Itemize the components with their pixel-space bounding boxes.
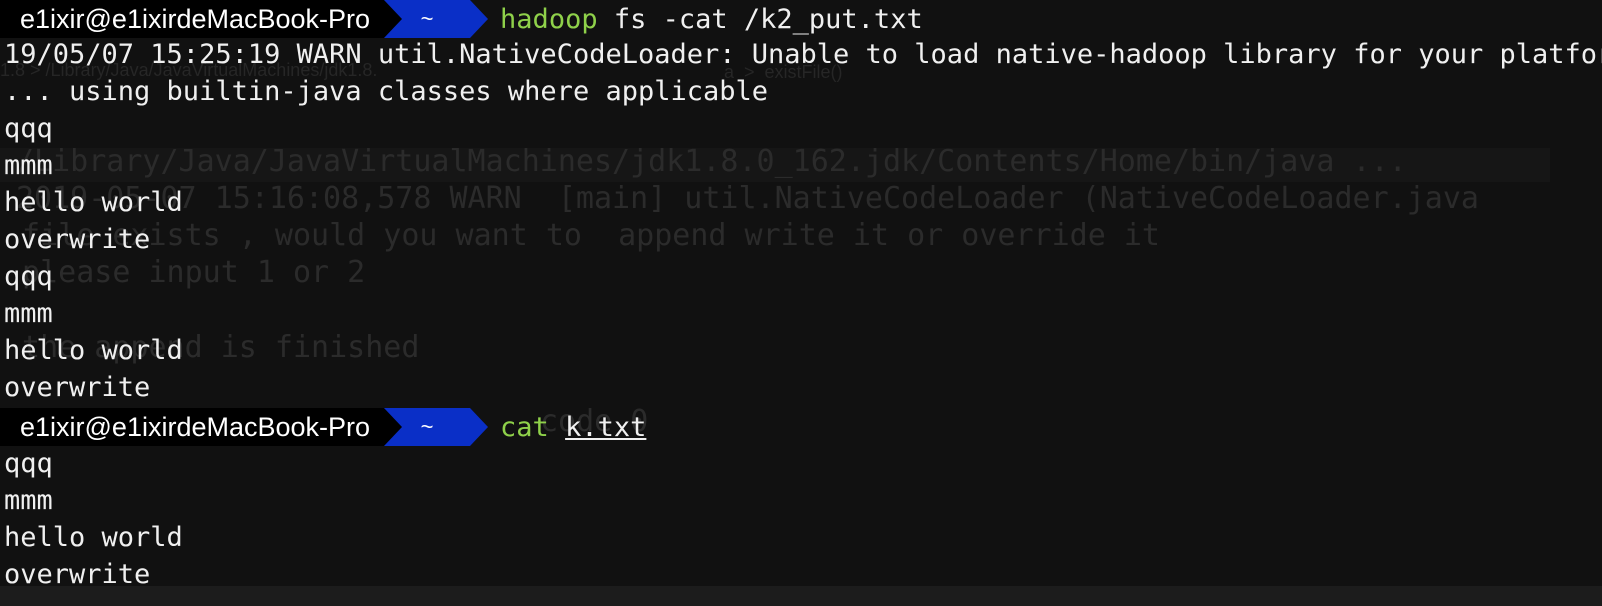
output-line: overwrite (4, 224, 151, 255)
prompt-user-host: e1ixir@e1ixirdeMacBook-Pro (0, 408, 385, 446)
output-line: mmm (4, 485, 53, 516)
ghost-line: file exists , would you want to append w… (4, 218, 1160, 253)
output-line: qqq (4, 113, 53, 144)
output-line: hello world (4, 522, 183, 553)
prompt-directory-label: ~ (420, 6, 434, 31)
output-line: mmm (4, 298, 53, 329)
output-line: 19/05/07 15:25:19 WARN util.NativeCodeLo… (4, 39, 1602, 70)
prompt-directory-label: ~ (420, 414, 434, 439)
command-line[interactable]: cat k.txt (500, 412, 646, 443)
command-line[interactable]: hadoop fs -cat /k2_put.txt (500, 4, 923, 35)
ghost-line: /Library/Java/JavaVirtualMachines/jdk1.8… (16, 144, 1407, 179)
prompt-directory: ~ (384, 0, 489, 38)
terminal-window[interactable]: 1.8 > /Library/Java/JavaVirtualMachines/… (0, 0, 1602, 606)
shell-prompt: e1ixir@e1ixirdeMacBook-Pro ~ cat k.txt (0, 408, 646, 446)
output-line: hello world (4, 187, 183, 218)
command-executable: cat (500, 411, 549, 443)
prompt-user-host: e1ixir@e1ixirdeMacBook-Pro (0, 0, 385, 38)
prompt-directory: ~ (384, 408, 489, 446)
output-line: qqq (4, 448, 53, 479)
output-line: ... using builtin-java classes where app… (4, 76, 769, 107)
output-line: hello world (4, 335, 183, 366)
ghost-line: 2019-05-07 15:16:08,578 WARN [main] util… (16, 181, 1479, 216)
ghost-line: please input 1 or 2 (4, 255, 366, 290)
command-arguments: fs -cat /k2_put.txt (597, 3, 923, 35)
command-executable: hadoop (500, 3, 598, 35)
ghost-highlight-bar (0, 148, 1550, 182)
output-line: mmm (4, 150, 53, 181)
window-bottom-edge (0, 586, 1602, 606)
output-line: overwrite (4, 372, 151, 403)
command-file-argument[interactable]: k.txt (565, 412, 646, 443)
shell-prompt: e1ixir@e1ixirdeMacBook-Pro ~ hadoop fs -… (0, 0, 923, 38)
output-line: qqq (4, 261, 53, 292)
